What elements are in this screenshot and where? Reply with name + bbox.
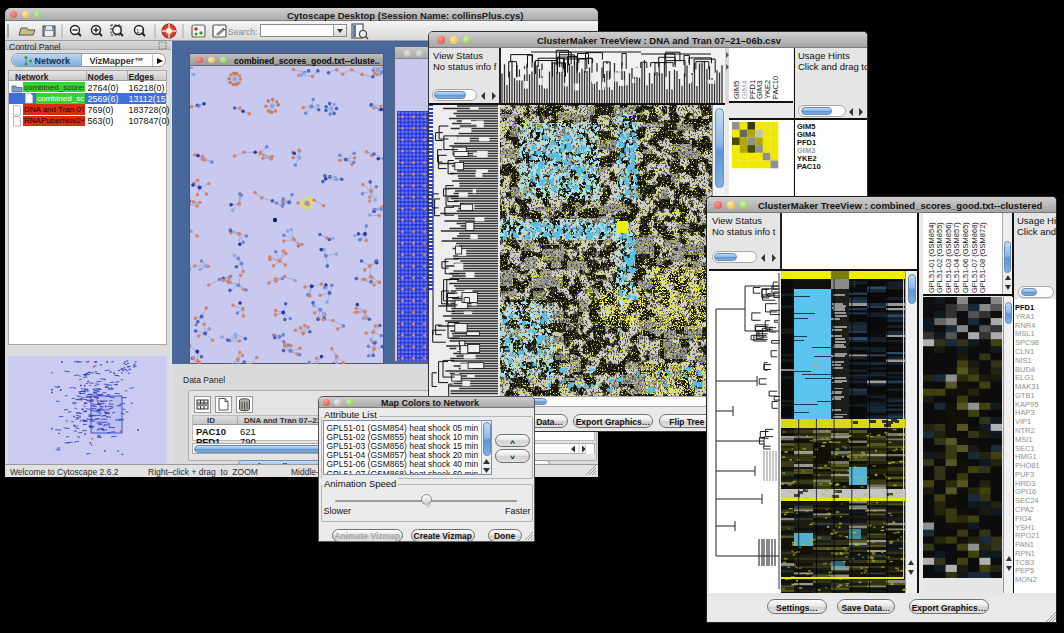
svg-text:1:1: 1:1 [136,28,145,34]
